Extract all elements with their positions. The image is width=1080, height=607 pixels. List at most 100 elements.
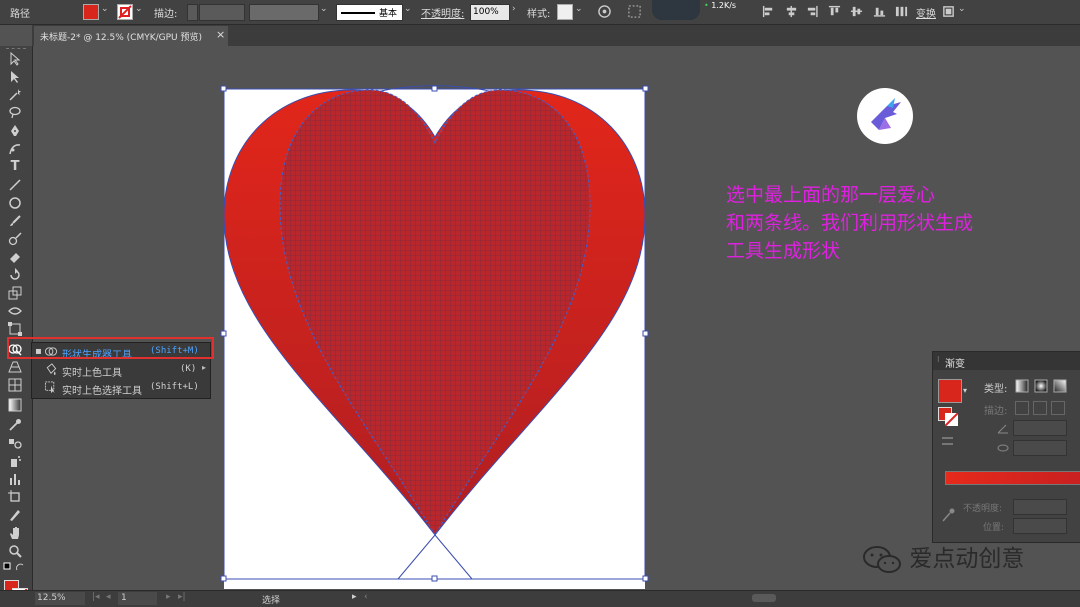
document-tab[interactable]: 未标题-2* @ 12.5% (CMYK/GPU 预览) × <box>34 26 228 46</box>
horizontal-scrollbar-thumb[interactable] <box>752 594 776 602</box>
bounding-handle[interactable] <box>220 330 227 337</box>
align-bottom-icon[interactable] <box>873 5 886 18</box>
chevron-down-icon[interactable]: ⌄ <box>135 4 143 14</box>
eyedropper-tool-icon[interactable] <box>8 418 22 432</box>
rotate-tool-icon[interactable] <box>8 268 22 282</box>
fill-color-swatch[interactable] <box>83 4 99 20</box>
scroll-left-icon[interactable]: ‹ <box>364 592 368 602</box>
blend-tool-icon[interactable] <box>8 436 22 450</box>
bounding-handle[interactable] <box>431 575 438 582</box>
system-monitor-widget <box>652 0 700 20</box>
panel-header[interactable]: ⁝ 渐变 <box>933 352 1080 370</box>
free-transform-tool-icon[interactable] <box>8 322 22 336</box>
align-left-icon[interactable] <box>762 5 775 18</box>
direct-selection-tool-icon[interactable] <box>8 70 22 84</box>
reverse-gradient-icon[interactable] <box>941 435 955 447</box>
align-vertical-center-icon[interactable] <box>850 5 863 18</box>
selection-tool-icon[interactable] <box>8 52 22 66</box>
column-graph-tool-icon[interactable] <box>8 472 22 486</box>
chevron-down-icon[interactable]: ⌄ <box>575 4 583 14</box>
left-stem-line[interactable] <box>397 534 436 580</box>
artboard-tool-icon[interactable] <box>8 490 22 504</box>
next-artboard-icon[interactable]: ▸ <box>166 592 171 602</box>
variable-width-profile[interactable] <box>249 4 319 21</box>
chevron-right-icon[interactable]: › <box>512 4 516 14</box>
transform-link[interactable]: 变换 <box>916 5 936 20</box>
bounding-handle[interactable] <box>642 85 649 92</box>
panel-grip-icon[interactable]: ⁝ <box>937 355 940 364</box>
perspective-grid-tool-icon[interactable] <box>8 360 22 374</box>
width-tool-icon[interactable] <box>8 304 22 318</box>
chevron-down-icon[interactable]: ▾ <box>963 386 967 395</box>
gradient-preview-swatch[interactable] <box>938 379 962 403</box>
curvature-tool-icon[interactable] <box>8 142 22 156</box>
align-horizontal-center-icon[interactable] <box>785 5 798 18</box>
gradient-location-input[interactable] <box>1013 518 1067 534</box>
opacity-label[interactable]: 不透明度: <box>421 5 464 20</box>
status-menu-arrow-icon[interactable]: ▸ <box>352 592 357 602</box>
align-to-icon[interactable] <box>628 5 641 18</box>
front-heart-shape[interactable] <box>279 89 591 536</box>
slice-tool-icon[interactable] <box>8 508 22 522</box>
magic-wand-tool-icon[interactable] <box>8 88 22 102</box>
opacity-input[interactable]: 100% <box>470 4 510 21</box>
chevron-down-icon[interactable]: ⌄ <box>958 4 966 14</box>
tearoff-arrow-icon[interactable]: ▸ <box>202 363 206 372</box>
flyout-item-shortcut: (K) <box>180 364 197 374</box>
chevron-down-icon[interactable]: ⌄ <box>101 4 109 14</box>
lasso-tool-icon[interactable] <box>8 106 22 120</box>
artboard-number-dropdown[interactable]: 1 <box>118 592 157 605</box>
default-fill-stroke-icon[interactable] <box>3 562 27 574</box>
stroke-gradient-within-icon[interactable] <box>1015 401 1029 415</box>
distribute-icon[interactable] <box>895 5 908 18</box>
eyedropper-icon[interactable] <box>941 507 955 523</box>
first-artboard-icon[interactable]: |◂ <box>92 592 100 602</box>
stroke-weight-dropdown[interactable] <box>199 4 245 21</box>
shaper-tool-icon[interactable] <box>8 232 22 246</box>
chevron-down-icon[interactable]: ⌄ <box>404 4 412 14</box>
bounding-handle[interactable] <box>431 85 438 92</box>
stroke-weight-stepper[interactable] <box>187 4 198 21</box>
stroke-gradient-along-icon[interactable] <box>1033 401 1047 415</box>
stroke-color-swatch[interactable] <box>117 4 133 20</box>
close-icon[interactable]: × <box>216 28 225 41</box>
eraser-tool-icon[interactable] <box>8 250 22 264</box>
graphic-style-swatch[interactable] <box>557 4 573 20</box>
gradient-stroke-swatch[interactable] <box>945 413 958 426</box>
scale-tool-icon[interactable] <box>8 286 22 300</box>
linear-gradient-icon[interactable] <box>1015 379 1029 393</box>
stroke-gradient-across-icon[interactable] <box>1051 401 1065 415</box>
align-right-icon[interactable] <box>806 5 819 18</box>
recolor-artwork-icon[interactable] <box>598 5 611 18</box>
align-top-icon[interactable] <box>828 5 841 18</box>
bounding-handle[interactable] <box>642 330 649 337</box>
gradient-tool-icon[interactable] <box>8 398 22 412</box>
right-stem-line[interactable] <box>434 534 473 580</box>
angle-input[interactable] <box>1013 420 1067 436</box>
mesh-tool-icon[interactable] <box>8 378 22 392</box>
type-tool-icon[interactable]: T <box>8 160 22 174</box>
chevron-down-icon[interactable]: ⌄ <box>320 4 328 14</box>
pen-tool-icon[interactable] <box>8 124 22 138</box>
last-artboard-icon[interactable]: ▸| <box>178 592 186 602</box>
gradient-slider[interactable] <box>945 471 1080 485</box>
symbol-sprayer-tool-icon[interactable] <box>8 454 22 468</box>
freeform-gradient-icon[interactable] <box>1053 379 1067 393</box>
flyout-item-live-paint-bucket[interactable]: 实时上色工具 (K) <box>32 361 210 379</box>
isolate-icon[interactable] <box>942 5 955 18</box>
zoom-dropdown[interactable]: 12.5% <box>35 592 85 605</box>
ellipse-tool-icon[interactable] <box>8 196 22 210</box>
bounding-handle[interactable] <box>220 575 227 582</box>
paintbrush-tool-icon[interactable] <box>8 214 22 228</box>
bounding-handle[interactable] <box>642 575 649 582</box>
zoom-tool-icon[interactable] <box>8 544 22 558</box>
line-segment-tool-icon[interactable] <box>8 178 22 192</box>
aspect-ratio-input[interactable] <box>1013 440 1067 456</box>
gradient-opacity-input[interactable] <box>1013 499 1067 515</box>
brush-definition-dropdown[interactable]: 基本 <box>336 4 403 21</box>
radial-gradient-icon[interactable] <box>1034 379 1048 393</box>
previous-artboard-icon[interactable]: ◂ <box>106 592 111 602</box>
bounding-handle[interactable] <box>220 85 227 92</box>
flyout-item-live-paint-selection[interactable]: 实时上色选择工具 (Shift+L) <box>32 379 210 397</box>
hand-tool-icon[interactable] <box>8 526 22 540</box>
